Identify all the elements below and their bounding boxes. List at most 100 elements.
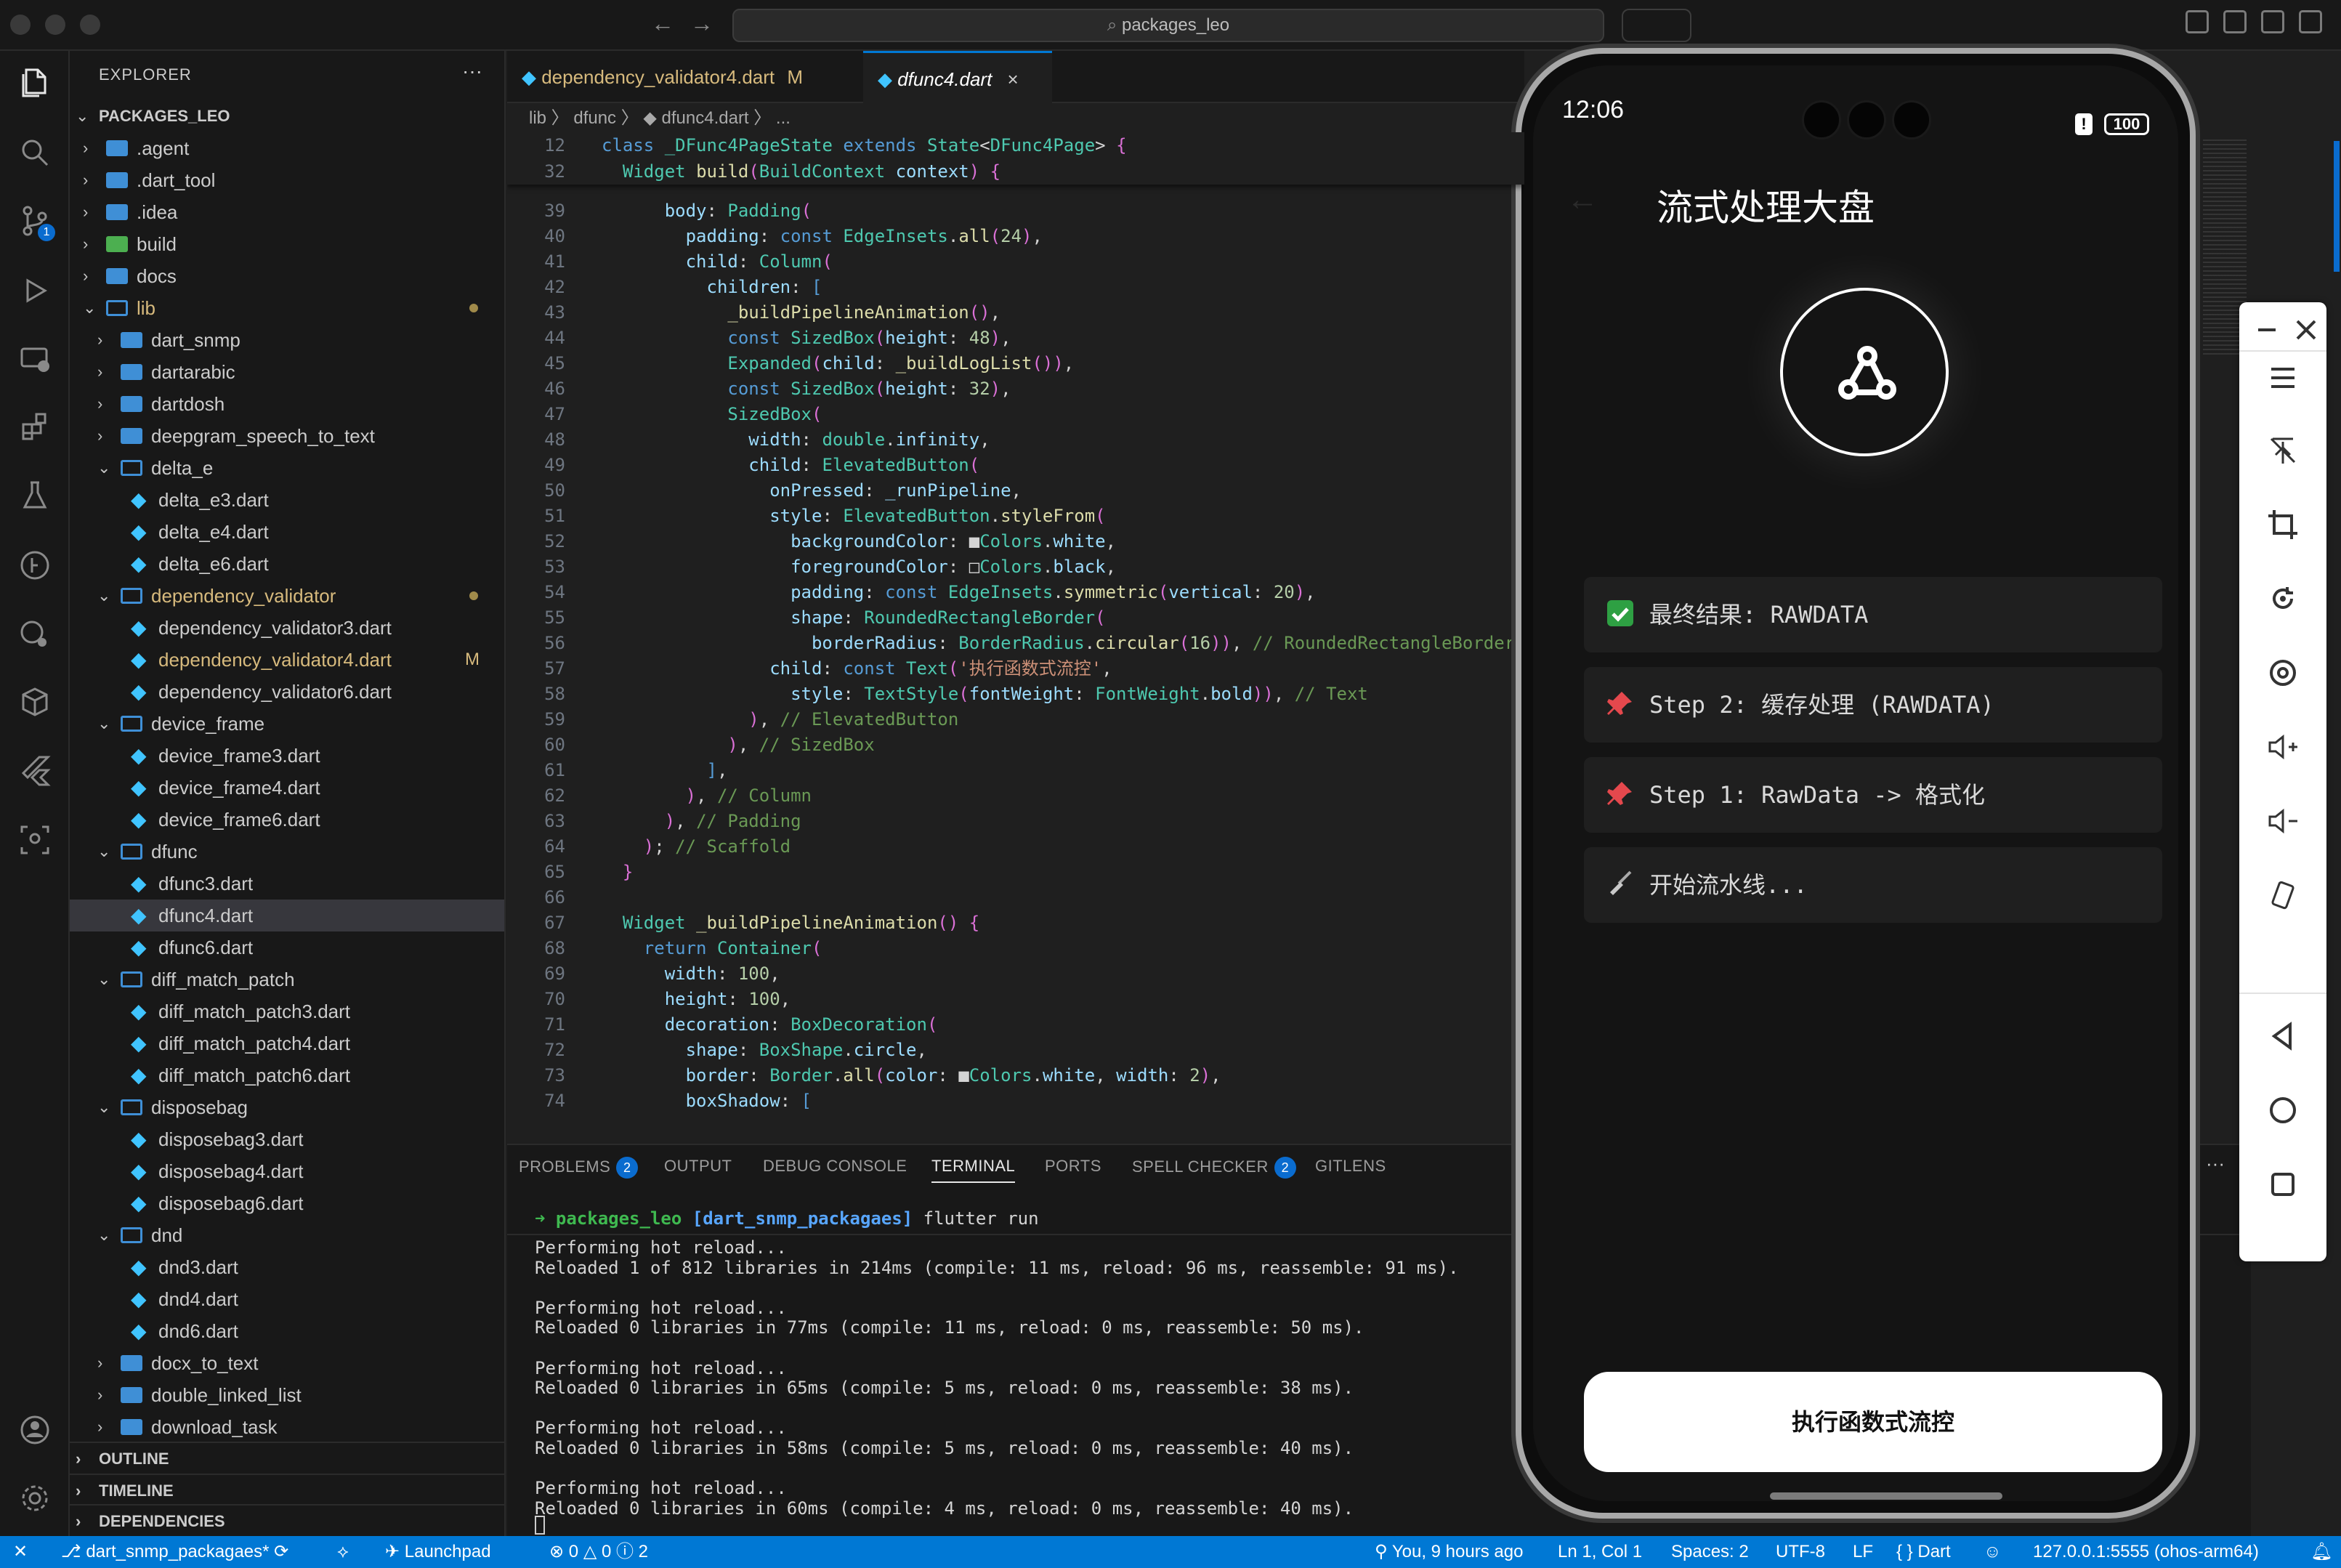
- file-item[interactable]: ◆ delta_e3.dart: [70, 484, 504, 516]
- file-item[interactable]: ◆ diff_match_patch6.dart: [70, 1059, 504, 1091]
- folder-item[interactable]: › docx_to_text: [70, 1347, 504, 1379]
- file-item[interactable]: ◆ dnd3.dart: [70, 1251, 504, 1283]
- code-editor[interactable]: 12 class _DFunc4PageState extends State<D…: [507, 132, 1524, 1142]
- panel-tab[interactable]: PORTS: [1045, 1157, 1101, 1176]
- file-item[interactable]: ◆ diff_match_patch4.dart: [70, 1027, 504, 1059]
- outline-section[interactable]: › OUTLINE: [70, 1442, 504, 1474]
- panel-tab[interactable]: GITLENS: [1315, 1157, 1386, 1176]
- folder-item[interactable]: ⌄ device_frame: [70, 708, 504, 740]
- file-item[interactable]: ◆ dependency_validator3.dart: [70, 612, 504, 644]
- panel-tab[interactable]: DEBUG CONSOLE: [763, 1157, 907, 1176]
- indentation[interactable]: Spaces: 2: [1671, 1536, 1749, 1568]
- phone-screen[interactable]: 12:06 ! 100 ← 流式处理大盘 最终结果: RAWDATA Step 2…: [1533, 65, 2178, 1501]
- close-window-button[interactable]: [10, 15, 31, 35]
- git-graph-icon[interactable]: ⟡: [337, 1536, 349, 1568]
- accounts-icon[interactable]: [17, 1413, 52, 1447]
- toggle-secondary-sidebar-icon[interactable]: [2261, 10, 2284, 33]
- volume-up-icon[interactable]: [2265, 730, 2300, 764]
- settings-gear-icon[interactable]: [17, 1481, 52, 1516]
- crop-icon[interactable]: [2265, 507, 2300, 542]
- back-arrow-icon[interactable]: ←: [1566, 182, 1598, 218]
- problems-indicator[interactable]: ⊗ 0 △ 0 ⓘ 2: [549, 1536, 648, 1568]
- panel-tab[interactable]: OUTPUT: [664, 1157, 732, 1176]
- folder-item[interactable]: ⌄ dnd: [70, 1219, 504, 1251]
- maximize-window-button[interactable]: [80, 15, 100, 35]
- containers-icon[interactable]: [17, 684, 52, 719]
- explorer-icon[interactable]: [17, 65, 52, 100]
- language-mode[interactable]: { } Dart: [1896, 1536, 1951, 1568]
- file-item[interactable]: ◆ dependency_validator6.dart: [70, 676, 504, 708]
- folder-item[interactable]: ⌄ disposebag: [70, 1091, 504, 1123]
- nav-recents-icon[interactable]: [2265, 1167, 2300, 1202]
- nav-home-icon[interactable]: [2265, 1093, 2300, 1128]
- volume-down-icon[interactable]: [2265, 804, 2300, 838]
- flutter-icon[interactable]: [17, 753, 52, 788]
- run-pipeline-button[interactable]: 执行函数式流控: [1584, 1372, 2162, 1472]
- folder-item[interactable]: › dartarabic: [70, 356, 504, 388]
- folder-item[interactable]: › build: [70, 228, 504, 260]
- folder-item[interactable]: › .agent: [70, 132, 504, 164]
- screen-inspect-icon[interactable]: [17, 823, 52, 857]
- copilot-chat-button[interactable]: [1622, 9, 1691, 42]
- minimize-emulator-icon[interactable]: [2249, 312, 2276, 339]
- file-item[interactable]: ◆ disposebag3.dart: [70, 1123, 504, 1155]
- panel-more-button[interactable]: ···: [2206, 1152, 2225, 1175]
- notifications-bell-icon[interactable]: 🔔︎: [2310, 1536, 2332, 1568]
- folder-item[interactable]: ⌄ dfunc: [70, 836, 504, 868]
- pin-off-icon[interactable]: [2265, 433, 2300, 468]
- file-item[interactable]: ◆ dnd4.dart: [70, 1283, 504, 1315]
- file-item[interactable]: ◆ device_frame6.dart: [70, 804, 504, 836]
- workspace-root[interactable]: ⌄ PACKAGES_LEO: [70, 100, 504, 132]
- folder-item[interactable]: ⌄ lib: [70, 292, 504, 324]
- nav-forward-button[interactable]: →: [690, 10, 713, 37]
- folder-item[interactable]: › deepgram_speech_to_text: [70, 420, 504, 452]
- folder-item[interactable]: › .dart_tool: [70, 164, 504, 196]
- timeline-section[interactable]: › TIMELINE: [70, 1474, 504, 1506]
- folder-item[interactable]: ⌄ delta_e: [70, 452, 504, 484]
- menu-icon[interactable]: [2265, 360, 2300, 395]
- rotate-icon[interactable]: [2265, 581, 2300, 616]
- folder-item[interactable]: › docs: [70, 260, 504, 292]
- nav-back-icon[interactable]: [2265, 1019, 2300, 1054]
- folder-item[interactable]: › dart_snmp: [70, 324, 504, 356]
- screen-record-icon[interactable]: [2265, 655, 2300, 690]
- branch-indicator[interactable]: ⎇ dart_snmp_packagaes* ⟳: [61, 1536, 288, 1568]
- cursor-position[interactable]: Ln 1, Col 1: [1558, 1536, 1642, 1568]
- rotate-device-icon[interactable]: [2265, 878, 2300, 913]
- customize-layout-icon[interactable]: [2299, 10, 2322, 33]
- folder-item[interactable]: ⌄ diff_match_patch: [70, 963, 504, 995]
- minimize-window-button[interactable]: [45, 15, 65, 35]
- command-center-search[interactable]: ⌕ packages_leo: [732, 9, 1604, 42]
- tab-dfunc4[interactable]: ◆ dfunc4.dart ×: [863, 51, 1052, 103]
- encoding[interactable]: UTF-8: [1776, 1536, 1825, 1568]
- file-item[interactable]: ◆ delta_e4.dart: [70, 516, 504, 548]
- file-item[interactable]: ◆ diff_match_patch3.dart: [70, 995, 504, 1027]
- explorer-more-button[interactable]: ···: [462, 60, 482, 83]
- file-item[interactable]: ◆ dfunc3.dart: [70, 868, 504, 900]
- folder-item[interactable]: ⌄ dependency_validator: [70, 580, 504, 612]
- run-debug-icon[interactable]: [17, 273, 52, 308]
- folder-item[interactable]: › dartdosh: [70, 388, 504, 420]
- folder-item[interactable]: › download_task: [70, 1411, 504, 1443]
- file-item[interactable]: ◆ delta_e6.dart: [70, 548, 504, 580]
- copilot-icon[interactable]: ☺: [1984, 1536, 2002, 1568]
- close-emulator-icon[interactable]: [2289, 312, 2316, 340]
- launchpad-button[interactable]: ✈ Launchpad: [385, 1536, 491, 1568]
- panel-tab[interactable]: TERMINAL: [931, 1157, 1016, 1183]
- remote-explorer-icon[interactable]: [17, 342, 52, 376]
- file-item[interactable]: ◆ disposebag6.dart: [70, 1187, 504, 1219]
- folder-item[interactable]: › double_linked_list: [70, 1379, 504, 1411]
- file-item[interactable]: ◆ device_frame4.dart: [70, 772, 504, 804]
- file-item[interactable]: ◆ device_frame3.dart: [70, 740, 504, 772]
- file-item[interactable]: ◆ dfunc6.dart: [70, 931, 504, 963]
- source-control-icon[interactable]: 1: [17, 203, 55, 241]
- file-item[interactable]: ◆ disposebag4.dart: [70, 1155, 504, 1187]
- file-item[interactable]: ◆ dependency_validator4.dart M: [70, 644, 504, 676]
- flutter-device[interactable]: 127.0.0.1:5555 (ohos-arm64): [2033, 1536, 2259, 1568]
- nav-back-button[interactable]: ←: [651, 10, 674, 37]
- tab-close-icon[interactable]: ×: [1008, 68, 1019, 90]
- file-item[interactable]: ◆ dfunc4.dart: [70, 900, 504, 931]
- gitlens-icon[interactable]: [17, 548, 52, 583]
- panel-tab[interactable]: PROBLEMS 2: [519, 1157, 639, 1179]
- file-item[interactable]: ◆ dnd6.dart: [70, 1315, 504, 1347]
